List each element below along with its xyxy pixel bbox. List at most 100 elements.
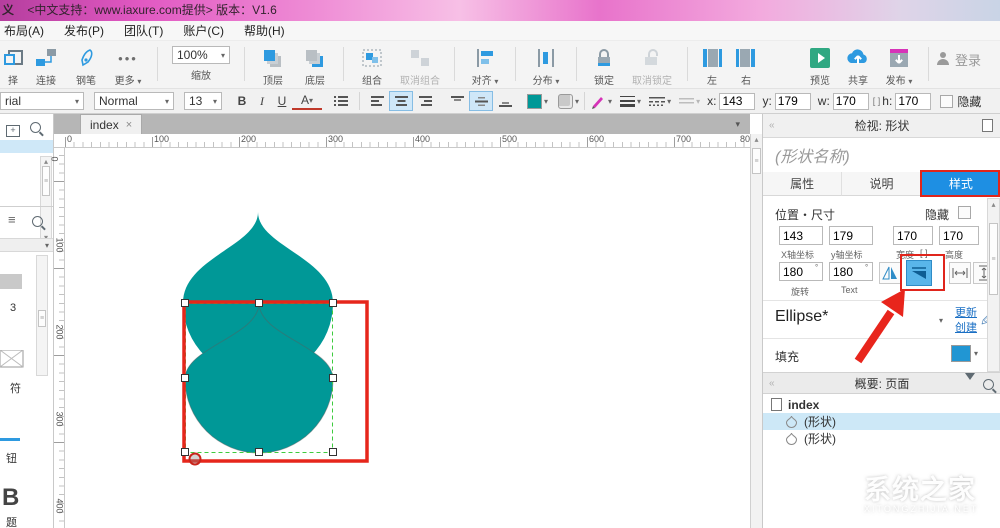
w-input[interactable]: [832, 92, 869, 110]
line-width-button[interactable]: ▾: [620, 95, 641, 107]
align-text-left-button[interactable]: [365, 91, 389, 111]
x-axis-label: X轴坐标: [781, 250, 815, 260]
tab-properties[interactable]: 属性: [763, 172, 843, 196]
shadow-button[interactable]: ▾: [558, 93, 579, 109]
scroll-up-icon[interactable]: ▴: [751, 134, 762, 146]
ungroup-button[interactable]: 取消组合: [393, 46, 447, 87]
align-text-center-button[interactable]: [389, 91, 413, 111]
widget-heading-thumbnail[interactable]: B: [2, 484, 19, 512]
page-note-icon[interactable]: [982, 119, 993, 132]
style-dropdown-chevron-icon[interactable]: ▾: [939, 316, 943, 325]
search-widgets-icon[interactable]: [32, 214, 43, 232]
fill-color-button[interactable]: ▾: [951, 345, 978, 362]
fill-color-button[interactable]: ▾: [527, 93, 548, 109]
shape-name-field[interactable]: (形状名称): [763, 138, 1000, 172]
menu-team[interactable]: 团队(T): [124, 22, 163, 39]
tab-notes[interactable]: 说明: [842, 172, 922, 196]
x-input[interactable]: [719, 92, 756, 110]
y-coordinate-input[interactable]: [829, 226, 873, 245]
search-outline-icon[interactable]: [983, 379, 994, 393]
outline-shape-row-selected[interactable]: (形状): [763, 413, 1000, 430]
zoom-select[interactable]: 100% ▾: [172, 46, 230, 64]
align-text-right-button[interactable]: [413, 91, 437, 111]
y-input[interactable]: [774, 92, 811, 110]
close-tab-icon[interactable]: ×: [126, 119, 132, 131]
select-mode-button[interactable]: 择: [0, 46, 26, 87]
width-input[interactable]: [893, 226, 933, 245]
menu-layout[interactable]: 布局(A): [4, 22, 44, 39]
font-size-select[interactable]: 13 ▾: [184, 92, 222, 110]
widgets-scrollbar-thumb[interactable]: ≡: [38, 310, 46, 327]
pages-selected-row[interactable]: [0, 140, 53, 153]
bold-button[interactable]: B: [232, 92, 252, 110]
font-color-button[interactable]: A ▾: [292, 93, 322, 110]
unlock-button[interactable]: 取消锁定: [624, 46, 680, 87]
x-coordinate-input[interactable]: [779, 226, 823, 245]
send-to-back-button[interactable]: 底层: [294, 46, 336, 87]
inspector-scrollbar-thumb[interactable]: ≡: [989, 223, 998, 295]
login-button[interactable]: 登录: [936, 50, 1000, 69]
add-page-icon[interactable]: +: [6, 120, 20, 138]
more-button[interactable]: ••• 更多 ▾: [106, 46, 150, 88]
tab-list-chevron-icon[interactable]: ▾: [735, 119, 740, 130]
flip-horizontal-button[interactable]: [879, 262, 901, 284]
menu-help[interactable]: 帮助(H): [244, 22, 285, 39]
publish-button[interactable]: 发布 ▾: [877, 46, 921, 87]
valign-top-button[interactable]: [445, 91, 469, 111]
collapse-panel-icon[interactable]: «: [769, 378, 775, 389]
search-pages-icon[interactable]: [30, 120, 41, 138]
height-input[interactable]: [939, 226, 979, 245]
menu-publish[interactable]: 发布(P): [64, 22, 104, 39]
lock-button[interactable]: 锁定: [584, 46, 624, 87]
line-style-button[interactable]: ▾: [649, 95, 671, 107]
inspector-scrollbar[interactable]: ▴ ≡: [987, 198, 1000, 372]
underline-button[interactable]: U: [272, 92, 292, 110]
pen-button[interactable]: 钢笔: [66, 46, 106, 87]
canvas-vscrollbar-thumb[interactable]: ≡: [752, 148, 761, 174]
fit-width-button[interactable]: [949, 262, 971, 284]
tab-index[interactable]: index ×: [80, 114, 143, 134]
share-button[interactable]: 共享: [839, 46, 877, 87]
distribute-button[interactable]: 分布 ▾: [523, 46, 569, 87]
filter-icon[interactable]: [965, 373, 975, 394]
connect-button[interactable]: 连接: [26, 46, 66, 87]
flip-vertical-button[interactable]: [906, 260, 932, 286]
valign-middle-button[interactable]: [469, 91, 493, 111]
widgets-scrollbar[interactable]: ≡: [36, 255, 48, 376]
hide-checkbox[interactable]: [940, 94, 954, 108]
pages-scrollbar-thumb[interactable]: ≡: [42, 166, 50, 196]
menu-account[interactable]: 账户(C): [183, 22, 224, 39]
collapse-panel-icon[interactable]: «: [769, 120, 775, 131]
italic-button[interactable]: I: [252, 92, 272, 110]
widget-linkbutton-thumbnail[interactable]: [0, 438, 20, 441]
link-wh-icon[interactable]: [ ]: [920, 248, 928, 258]
align-left-edge-button[interactable]: 左: [695, 46, 729, 87]
update-style-link[interactable]: 更新: [955, 304, 977, 320]
widget-menu-icon[interactable]: ≡: [8, 212, 16, 227]
group-button[interactable]: 组合: [351, 46, 393, 87]
align-button[interactable]: 对齐 ▾: [462, 46, 508, 87]
outline-shape-row[interactable]: (形状): [763, 430, 1000, 447]
bullet-list-button[interactable]: [328, 92, 354, 110]
align-right-edge-button[interactable]: 右: [729, 46, 763, 87]
scroll-up-icon[interactable]: ▴: [988, 199, 999, 211]
outline-page-row[interactable]: index: [763, 396, 1000, 413]
widget-placeholder-thumbnail[interactable]: [0, 349, 24, 368]
font-style-select[interactable]: Normal ▾: [94, 92, 174, 110]
h-input[interactable]: [895, 92, 932, 110]
widget-rect-thumbnail[interactable]: [0, 274, 22, 289]
bring-to-front-button[interactable]: 顶层: [252, 46, 294, 87]
tab-style[interactable]: 样式: [921, 172, 1000, 196]
design-canvas[interactable]: [65, 148, 750, 528]
line-color-button[interactable]: ▾: [590, 94, 612, 109]
hide-checkbox[interactable]: [958, 206, 971, 219]
valign-bottom-button[interactable]: [493, 91, 517, 111]
font-family-select[interactable]: rial ▾: [0, 92, 84, 110]
widget-library-select[interactable]: ▾: [0, 238, 53, 252]
preview-button[interactable]: 预览: [801, 46, 839, 87]
arrow-style-button[interactable]: ▾: [679, 96, 700, 106]
link-wh-icon[interactable]: [ ]: [873, 96, 881, 106]
create-style-link[interactable]: 创建: [955, 319, 977, 335]
zoom-control[interactable]: 100% ▾ 缩放: [165, 46, 237, 82]
canvas-vscrollbar[interactable]: ▴ ≡: [750, 134, 762, 528]
